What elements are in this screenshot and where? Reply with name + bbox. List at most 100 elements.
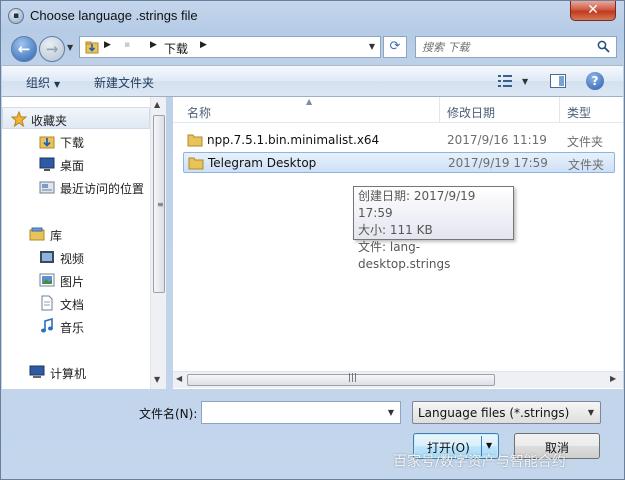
sidebar-item-label: 计算机 <box>50 367 87 381</box>
download-folder-icon <box>85 41 99 54</box>
breadcrumb-hidden-icon: ▪ <box>124 40 131 50</box>
column-name[interactable]: 名称 <box>187 104 211 121</box>
history-dropdown-icon[interactable]: ▼ <box>67 43 73 52</box>
help-icon[interactable]: ? <box>586 72 604 90</box>
table-row[interactable]: npp.7.5.1.bin.minimalist.x64 2017/9/16 1… <box>183 130 615 151</box>
tooltip-size: 大小: 111 KB <box>358 223 433 237</box>
sidebar-item-favorites[interactable]: 收藏夹 <box>2 107 150 129</box>
filetype-select[interactable]: Language files (*.strings) ▼ <box>412 401 601 424</box>
pictures-icon <box>39 273 55 287</box>
view-options-dropdown-icon[interactable]: ▼ <box>522 77 528 86</box>
tooltip-created: 创建日期: 2017/9/19 17:59 <box>358 189 476 220</box>
scrollbar-thumb[interactable]: ≡ <box>153 115 165 293</box>
app-icon: ▪ <box>8 8 24 24</box>
refresh-button[interactable]: ⟳ <box>383 36 407 58</box>
search-input[interactable] <box>420 39 590 55</box>
computer-icon <box>29 365 45 378</box>
sidebar-item-label: 库 <box>50 229 63 243</box>
file-name: Telegram Desktop <box>208 156 317 170</box>
scroll-down-icon[interactable]: ▼ <box>154 375 160 384</box>
chevron-down-icon: ▼ <box>587 408 594 417</box>
title-bar[interactable]: ▪ Choose language .strings file ✕ <box>1 1 624 31</box>
watermark: 百家号/数字资产与智能合约 <box>393 454 566 470</box>
sidebar-item-recent-places[interactable]: 最近访问的位置 <box>2 176 150 198</box>
sidebar-item-label: 音乐 <box>60 321 85 335</box>
filetype-value: Language files (*.strings) <box>418 406 570 420</box>
sidebar-item-documents[interactable]: 文档 <box>2 292 150 314</box>
sidebar-item-music[interactable]: 音乐 <box>2 315 150 337</box>
scroll-up-icon[interactable]: ▲ <box>154 100 160 109</box>
sidebar-item-desktop[interactable]: 桌面 <box>2 153 150 175</box>
file-type: 文件夹 <box>567 135 604 149</box>
file-modified: 2017/9/16 11:19 <box>447 133 547 147</box>
sidebar-item-libraries[interactable]: 库 <box>2 223 150 245</box>
back-button[interactable]: ← <box>11 36 37 62</box>
desktop-icon <box>39 157 55 171</box>
sidebar-item-label: 图片 <box>60 275 85 289</box>
sidebar-item-label: 收藏夹 <box>31 114 68 128</box>
breadcrumb-separator-icon[interactable]: ▶ <box>150 40 157 50</box>
sidebar-item-videos[interactable]: 视频 <box>2 246 150 268</box>
column-divider[interactable] <box>439 97 440 123</box>
grip-icon: ||| <box>348 373 358 383</box>
tooltip-files: 文件: lang-desktop.strings <box>358 240 451 271</box>
breadcrumb-separator-icon[interactable]: ▶ <box>104 40 111 50</box>
navigation-pane: 收藏夹 下载 桌面 最近访问的位置 库 视频 图片 文档 音乐 计算机 ▲ ≡ … <box>2 97 166 389</box>
sort-ascending-icon: ▲ <box>306 97 313 106</box>
grip-icon: ≡ <box>157 200 164 209</box>
column-divider[interactable] <box>559 97 560 123</box>
open-options-dropdown-icon[interactable]: ▼ <box>486 441 492 450</box>
sidebar-item-downloads[interactable]: 下载 <box>2 130 150 152</box>
address-bar[interactable]: ▶ ▪ ▶ 下载 ▶ ▼ <box>79 36 381 58</box>
chevron-down-icon[interactable]: ▼ <box>388 408 394 417</box>
music-icon <box>41 318 53 333</box>
filename-combobox[interactable]: ▼ <box>201 401 401 424</box>
column-header: ▲ 名称 修改日期 类型 <box>173 97 623 123</box>
video-icon <box>40 251 54 263</box>
address-dropdown-icon[interactable]: ▼ <box>369 42 375 51</box>
new-folder-button[interactable]: 新建文件夹 <box>94 74 154 91</box>
library-icon <box>29 227 45 241</box>
star-icon <box>11 111 27 127</box>
window-title: Choose language .strings file <box>30 8 198 23</box>
column-modified[interactable]: 修改日期 <box>447 104 495 121</box>
recent-places-icon <box>39 181 55 194</box>
scroll-right-icon[interactable]: ▶ <box>610 374 616 383</box>
close-button[interactable]: ✕ <box>570 1 616 21</box>
sidebar-item-label: 文档 <box>60 298 85 312</box>
documents-icon <box>41 295 53 311</box>
folder-info-tooltip: 创建日期: 2017/9/19 17:59 大小: 111 KB 文件: lan… <box>353 186 514 271</box>
file-name: npp.7.5.1.bin.minimalist.x64 <box>207 133 380 147</box>
command-toolbar: 组织 ▼ 新建文件夹 ▼ ? <box>2 65 623 97</box>
organize-label: 组织 <box>26 76 51 90</box>
folder-icon <box>187 134 203 147</box>
sidebar-item-pictures[interactable]: 图片 <box>2 269 150 291</box>
sidebar-item-computer[interactable]: 计算机 <box>2 361 150 383</box>
search-box[interactable] <box>415 36 617 58</box>
organize-button[interactable]: 组织 ▼ <box>26 74 60 91</box>
scroll-left-icon[interactable]: ◀ <box>176 374 182 383</box>
navigation-pane-scrollbar[interactable]: ▲ ≡ ▼ <box>150 97 166 389</box>
sidebar-item-label: 桌面 <box>60 159 85 173</box>
forward-button[interactable]: → <box>39 36 65 62</box>
chevron-down-icon: ▼ <box>54 80 61 89</box>
column-type[interactable]: 类型 <box>567 104 591 121</box>
file-modified: 2017/9/19 17:59 <box>448 156 548 170</box>
table-row[interactable]: Telegram Desktop 2017/9/19 17:59 文件夹 <box>183 152 615 173</box>
sidebar-item-label: 视频 <box>60 252 85 266</box>
download-folder-icon <box>39 136 55 149</box>
scrollbar-thumb[interactable]: ||| <box>187 373 495 386</box>
file-list-horizontal-scrollbar[interactable]: ◀ ||| ▶ <box>173 371 623 388</box>
file-open-dialog: ▪ Choose language .strings file ✕ ← → ▼ … <box>0 0 625 480</box>
preview-pane-icon[interactable] <box>550 74 566 88</box>
sidebar-item-label: 最近访问的位置 <box>60 182 145 196</box>
change-view-icon[interactable] <box>498 75 512 87</box>
search-icon[interactable] <box>597 40 610 53</box>
folder-icon <box>188 157 204 170</box>
filename-label: 文件名(N): <box>139 407 198 421</box>
filename-field[interactable] <box>205 405 377 421</box>
breadcrumb-separator-icon[interactable]: ▶ <box>200 40 207 50</box>
sidebar-item-label: 下载 <box>60 136 85 150</box>
breadcrumb-downloads[interactable]: 下载 <box>164 40 188 57</box>
file-type: 文件夹 <box>568 158 605 172</box>
